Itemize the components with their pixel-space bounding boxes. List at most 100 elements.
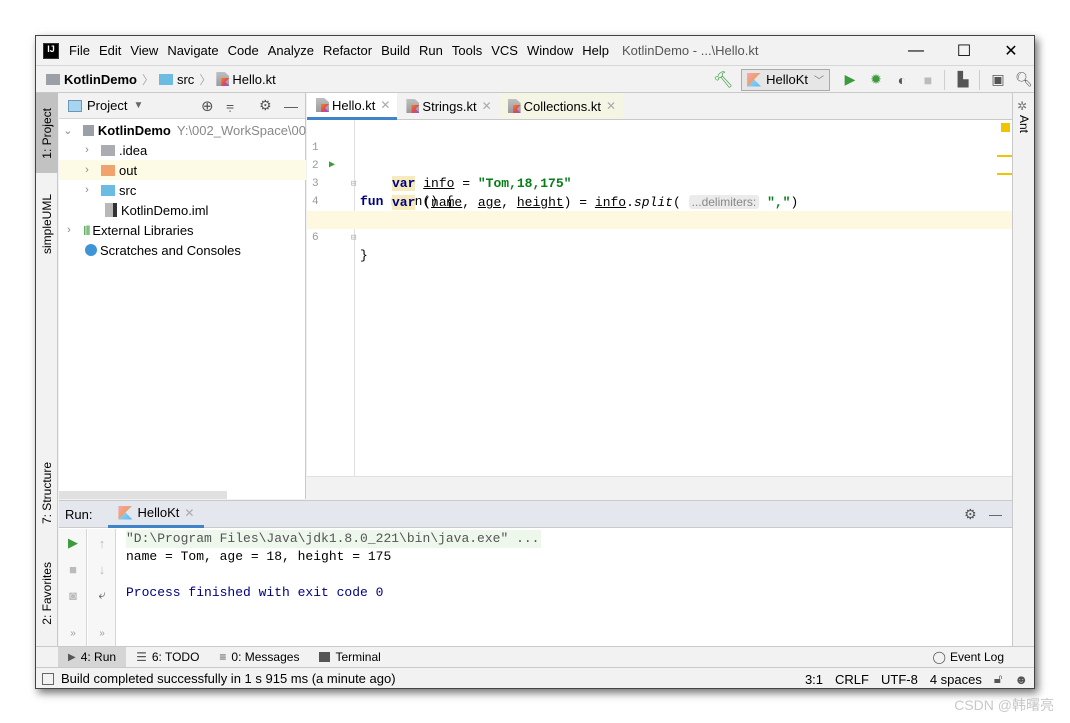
menu-analyze[interactable]: Analyze [268, 43, 314, 58]
tree-item-kotlindemo[interactable]: ⌄ KotlinDemo Y:\002_WorkSpace\00 [59, 120, 306, 140]
run-tab-hellokt[interactable]: HelloKt ✕ [108, 501, 205, 528]
close-icon[interactable]: ✕ [380, 98, 390, 112]
menu-vcs[interactable]: VCS [491, 43, 518, 58]
more-icon[interactable]: » [65, 625, 81, 641]
hammer-icon[interactable]: 🔨︎ [711, 68, 735, 92]
soft-wrap-icon[interactable]: ⤶ [94, 587, 110, 603]
run-configuration-select[interactable]: HelloKt ﹀ [741, 68, 830, 91]
close-icon[interactable]: ✕ [184, 506, 194, 520]
run-panel-header: Run: HelloKt ✕ ⚙ — [59, 501, 1012, 528]
chevron-right-icon[interactable]: › [81, 184, 93, 196]
tree-item-iml[interactable]: KotlinDemo.iml [59, 200, 306, 220]
menu-file[interactable]: File [69, 43, 90, 58]
tab-strings-kt[interactable]: Strings.kt ✕ [397, 93, 499, 119]
horizontal-scrollbar[interactable] [59, 491, 227, 499]
tool-button-event-log[interactable]: ◯ Event Log [923, 647, 1014, 668]
debug-icon[interactable]: ✹ [864, 68, 888, 92]
more-icon[interactable]: » [94, 625, 110, 641]
collapse-all-icon[interactable]: ⩦ [226, 97, 234, 114]
menu-tools[interactable]: Tools [452, 43, 482, 58]
breadcrumb-project[interactable]: KotlinDemo [64, 72, 137, 87]
chevron-right-icon[interactable]: › [81, 144, 93, 156]
terminal-icon[interactable]: ▣ [986, 68, 1010, 92]
tool-tab-favorites[interactable]: 2: Favorites [36, 548, 58, 638]
tree-item-idea[interactable]: › .idea [59, 140, 306, 160]
down-arrow-icon[interactable]: ↓ [94, 561, 110, 577]
menu-refactor[interactable]: Refactor [323, 43, 372, 58]
tree-item-out[interactable]: › out [59, 160, 306, 180]
minimize-button[interactable]: — [893, 36, 939, 65]
tab-hello-kt[interactable]: Hello.kt ✕ [307, 93, 398, 120]
caret-position[interactable]: 3:1 [805, 672, 823, 687]
console-command-line: "D:\Program Files\Java\jdk1.8.0_221\bin\… [126, 530, 542, 548]
chevron-right-icon[interactable]: › [81, 164, 93, 176]
rerun-icon[interactable]: ▶ [65, 535, 81, 551]
tree-item-label: src [119, 182, 137, 198]
breadcrumb-src[interactable]: src [177, 72, 194, 87]
code-editor[interactable]: 1 ▶ ⊟ fun main() { 2 var info = "Tom,18,… [307, 120, 1012, 500]
warning-stripe-marker[interactable] [997, 173, 1012, 175]
menu-window[interactable]: Window [527, 43, 573, 58]
tool-tab-ant[interactable]: Ant [1017, 115, 1031, 133]
status-message[interactable]: Build completed successfully in 1 s 915 … [61, 671, 396, 686]
menu-edit[interactable]: Edit [99, 43, 121, 58]
folder-excluded-icon [101, 164, 115, 176]
gear-icon[interactable]: ⚙ [259, 97, 272, 114]
console-output[interactable]: "D:\Program Files\Java\jdk1.8.0_221\bin\… [117, 529, 1012, 647]
close-icon[interactable]: ✕ [606, 99, 616, 113]
breadcrumb: KotlinDemo 〉 src 〉 Hello.kt [46, 71, 276, 88]
close-button[interactable]: ✕ [988, 36, 1034, 65]
coverage-icon[interactable]: ◐ [890, 68, 914, 92]
tree-item-src[interactable]: › src [59, 180, 306, 200]
chevron-down-icon[interactable]: ⌄ [63, 124, 73, 137]
tool-tab-project[interactable]: 1: Project [36, 93, 58, 173]
breadcrumb-file[interactable]: Hello.kt [232, 72, 275, 87]
warning-indicator-icon[interactable] [1001, 123, 1010, 132]
stop-icon[interactable]: ■ [65, 561, 81, 577]
project-view-select[interactable]: Project [87, 98, 127, 113]
close-icon[interactable]: ✕ [482, 99, 492, 113]
menu-code[interactable]: Code [228, 43, 259, 58]
tool-button-run[interactable]: ▶ 4: Run [58, 646, 127, 668]
scratches-icon [85, 244, 97, 256]
tool-button-label: 4: Run [80, 650, 117, 664]
tree-item-scratches[interactable]: Scratches and Consoles [59, 240, 306, 260]
chevron-down-icon[interactable]: ▼ [133, 100, 143, 111]
warning-stripe-marker[interactable] [997, 155, 1012, 157]
line-separator[interactable]: CRLF [835, 672, 869, 687]
menu-run[interactable]: Run [419, 43, 443, 58]
search-icon[interactable]: 🔍︎ [1012, 68, 1034, 92]
toggle-tool-windows-icon[interactable] [42, 672, 54, 685]
file-encoding[interactable]: UTF-8 [881, 672, 918, 687]
run-icon[interactable]: ▶ [838, 68, 862, 92]
menu-help[interactable]: Help [582, 43, 609, 58]
indent-setting[interactable]: 4 spaces [930, 672, 982, 687]
tab-label: Strings.kt [422, 98, 477, 114]
menu-build[interactable]: Build [381, 43, 410, 58]
menu-view[interactable]: View [130, 43, 158, 58]
inspector-icon[interactable]: ☻ [1014, 672, 1028, 687]
unlock-icon[interactable]: 🔓︎ [994, 671, 1002, 687]
tool-button-terminal[interactable]: Terminal [309, 647, 390, 668]
module-folder-icon [82, 124, 94, 136]
ant-icon: ✲ [1017, 99, 1028, 113]
up-arrow-icon[interactable]: ↑ [94, 535, 110, 551]
project-structure-icon[interactable]: ▙ [951, 68, 975, 92]
tool-button-messages[interactable]: ≡ 0: Messages [209, 647, 309, 668]
tool-button-todo[interactable]: ☰ 6: TODO [126, 647, 209, 668]
hide-icon[interactable]: — [284, 98, 298, 114]
screenshot-icon[interactable]: ◙ [65, 587, 81, 603]
tool-tab-structure[interactable]: 7: Structure [36, 448, 58, 538]
stop-icon[interactable]: ■ [916, 68, 940, 92]
tree-item-external-libraries[interactable]: › Ill External Libraries [59, 220, 306, 240]
menu-navigate[interactable]: Navigate [167, 43, 218, 58]
tool-tab-simpleuml[interactable]: simpleUML [36, 179, 58, 269]
hide-icon[interactable]: — [989, 507, 1002, 522]
tool-tab-structure-label: 7: Structure [40, 461, 54, 525]
locate-icon[interactable]: ⊕ [201, 97, 214, 115]
chevron-right-icon[interactable]: › [63, 224, 75, 236]
maximize-button[interactable]: ☐ [941, 36, 987, 65]
tab-collections-kt[interactable]: Collections.kt ✕ [498, 93, 624, 119]
gear-icon[interactable]: ⚙ [964, 506, 977, 523]
left-tool-stripe: 1: Project simpleUML 7: Structure 2: Fav… [36, 93, 58, 646]
